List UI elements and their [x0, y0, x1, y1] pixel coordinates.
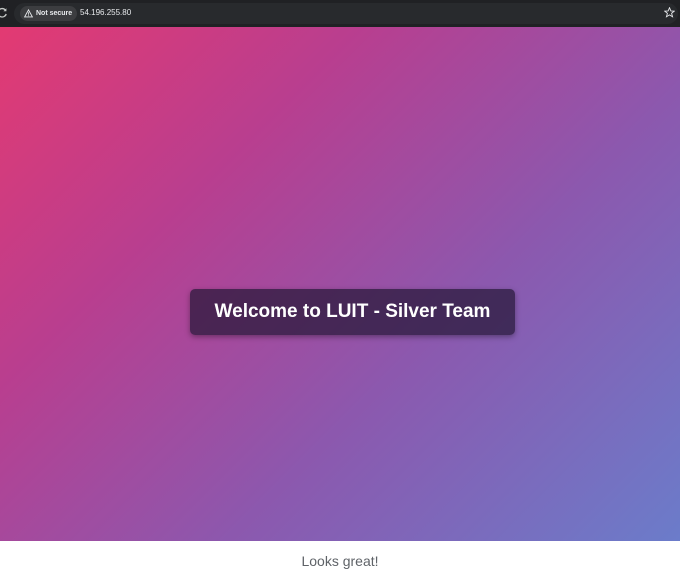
reload-icon[interactable] — [0, 7, 8, 19]
url-text[interactable]: 54.196.255.80 — [80, 8, 131, 17]
caption-text: Looks great! — [301, 553, 379, 569]
security-label: Not secure — [36, 10, 73, 17]
star-icon[interactable] — [664, 7, 675, 18]
address-bar[interactable]: Not secure 54.196.255.80 — [14, 3, 678, 24]
welcome-heading: Welcome to LUIT - Silver Team — [214, 301, 491, 322]
welcome-banner: Welcome to LUIT - Silver Team — [190, 289, 515, 335]
page-content: Welcome to LUIT - Silver Team — [0, 27, 680, 541]
warning-icon — [24, 9, 33, 18]
browser-toolbar: Not secure 54.196.255.80 — [0, 0, 680, 27]
security-indicator[interactable]: Not secure — [20, 6, 78, 21]
